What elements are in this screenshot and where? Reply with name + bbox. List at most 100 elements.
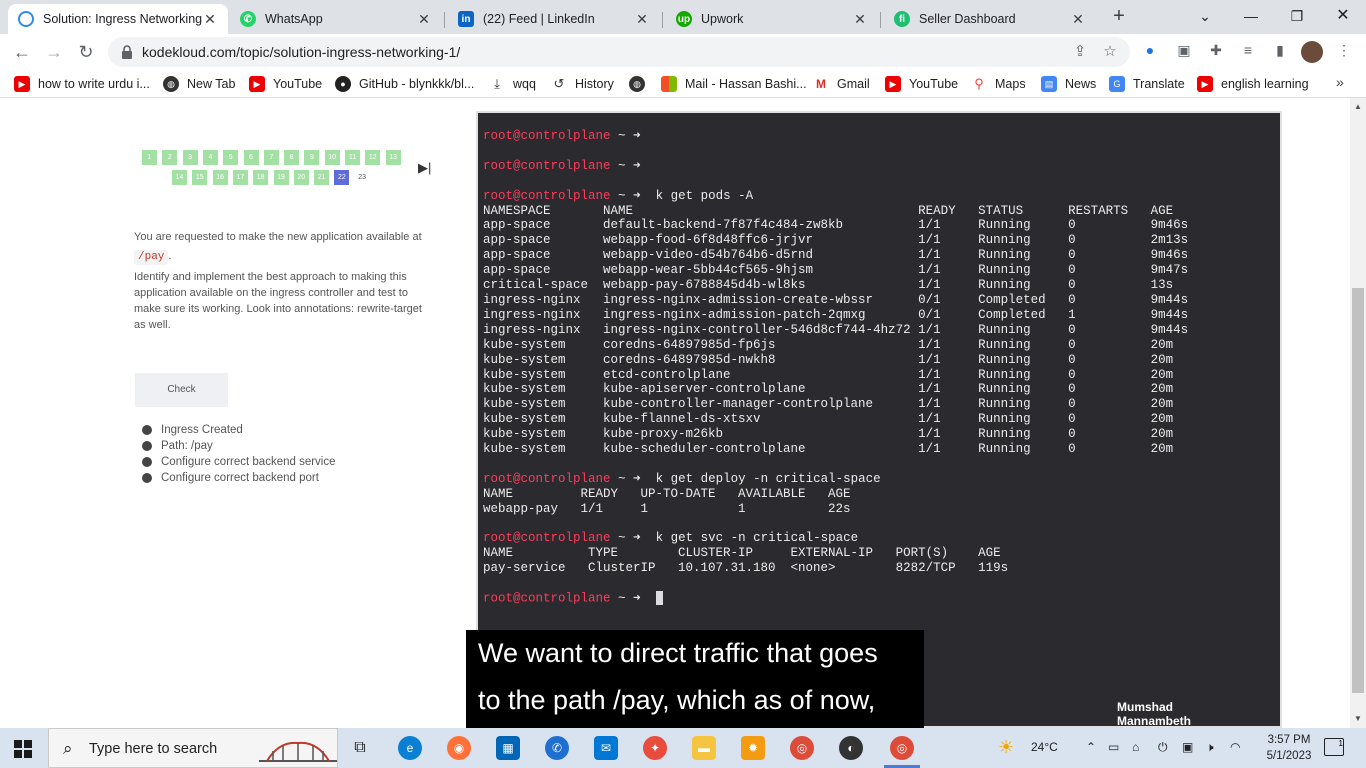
notification-icon[interactable]: 1 — [1324, 738, 1344, 756]
microphone-icon[interactable]: ● — [1140, 42, 1160, 62]
tab-whatsapp[interactable]: ✆ WhatsApp ✕ — [230, 4, 442, 34]
settings-gear-icon[interactable]: ✹ — [741, 736, 765, 760]
question-14-button[interactable]: 14 — [172, 170, 187, 185]
firefox-icon[interactable]: ◉ — [447, 736, 471, 760]
question-2-button[interactable]: 2 — [162, 150, 178, 165]
network-icon[interactable]: ▭ — [1108, 740, 1119, 754]
chrome-active-icon[interactable]: ◎ — [884, 736, 920, 768]
forward-button[interactable]: → — [42, 40, 66, 64]
question-11-button[interactable]: 11 — [345, 150, 360, 165]
profile-avatar[interactable] — [1301, 41, 1323, 63]
bookmark-item[interactable]: G Translate — [1109, 75, 1185, 93]
bookmark-item[interactable]: Mail - Hassan Bashi... — [661, 75, 807, 93]
bookmark-item[interactable]: ◍ — [629, 75, 653, 93]
page-scrollbar[interactable]: ▲ ▼ — [1350, 98, 1366, 728]
bookmark-star-icon[interactable]: ☆ — [1100, 42, 1120, 62]
weather-icon[interactable]: ☀ — [998, 737, 1014, 758]
chevron-up-icon[interactable]: ⌃ — [1086, 740, 1096, 754]
close-icon[interactable]: ✕ — [416, 11, 432, 28]
task-view-icon[interactable]: ⧉ — [348, 736, 372, 760]
mail-icon[interactable]: ✉ — [594, 736, 618, 760]
media-control-icon[interactable]: ≡ — [1238, 42, 1258, 62]
question-7-button[interactable]: 7 — [263, 150, 279, 165]
question-18-button[interactable]: 18 — [253, 170, 269, 185]
edge-icon[interactable]: e — [398, 736, 422, 760]
close-icon[interactable]: ✕ — [852, 11, 868, 28]
bookmark-label: News — [1065, 77, 1097, 91]
question-17-button[interactable]: 17 — [232, 170, 248, 185]
close-icon[interactable]: ✕ — [634, 11, 650, 28]
bookmark-item[interactable]: ▶ YouTube — [249, 75, 322, 93]
weather-temp[interactable]: 24°C — [1031, 740, 1058, 754]
windows-start-icon[interactable] — [14, 740, 32, 758]
tab-search-button[interactable]: ⌄ — [1182, 4, 1228, 28]
question-12-button[interactable]: 12 — [365, 150, 381, 165]
close-icon[interactable]: ✕ — [1070, 11, 1086, 28]
scroll-down-icon[interactable]: ▼ — [1354, 714, 1362, 723]
address-bar[interactable]: kodekloud.com/topic/solution-ingress-net… — [108, 37, 1130, 67]
skip-next-icon[interactable]: ▶| — [418, 160, 431, 176]
question-22-button[interactable]: 22 — [334, 170, 350, 185]
taskbar-search[interactable]: ⌕ Type here to search — [48, 728, 338, 768]
obs-icon[interactable]: ◐ — [839, 736, 863, 760]
new-tab-button[interactable]: + — [1108, 6, 1130, 28]
question-19-button[interactable]: 19 — [273, 170, 289, 185]
volume-icon[interactable]: 🕨 — [1206, 740, 1214, 755]
question-3-button[interactable]: 3 — [182, 150, 198, 165]
back-button[interactable]: ← — [10, 40, 34, 64]
question-8-button[interactable]: 8 — [284, 150, 300, 165]
display-icon[interactable]: ▣ — [1182, 740, 1193, 754]
phone-icon[interactable]: ✆ — [545, 736, 569, 760]
kodekloud-icon — [18, 11, 34, 27]
tab-kodekloud[interactable]: Solution: Ingress Networking ✕ — [8, 4, 228, 34]
tab-upwork[interactable]: up Upwork ✕ — [666, 4, 878, 34]
question-1-button[interactable]: 1 — [142, 150, 157, 165]
extensions-puzzle-icon[interactable]: ✚ — [1206, 42, 1226, 62]
question-4-button[interactable]: 4 — [202, 150, 218, 165]
question-9-button[interactable]: 9 — [304, 150, 320, 165]
usb-icon[interactable]: ⏻ — [1158, 740, 1168, 755]
bookmark-item[interactable]: ⚲ Maps — [971, 75, 1025, 93]
question-13-button[interactable]: 13 — [385, 150, 401, 165]
bookmark-item[interactable]: ▶ YouTube — [885, 75, 958, 93]
share-icon[interactable]: ⇪ — [1070, 42, 1090, 62]
side-panel-icon[interactable]: ▮ — [1270, 42, 1290, 62]
check-button[interactable]: Check — [135, 373, 228, 407]
wifi-icon[interactable]: ◠ — [1230, 740, 1240, 754]
question-20-button[interactable]: 20 — [293, 170, 309, 185]
game-icon[interactable]: ✦ — [643, 736, 667, 760]
question-21-button[interactable]: 21 — [314, 170, 330, 185]
bookmark-item[interactable]: ⤓ wqq — [489, 75, 536, 93]
device-icon[interactable]: ⌂ — [1132, 740, 1139, 754]
question-16-button[interactable]: 16 — [212, 170, 228, 185]
bookmark-item[interactable]: ▤ News — [1041, 75, 1096, 93]
question-15-button[interactable]: 15 — [192, 170, 208, 185]
bookmark-item[interactable]: ● GitHub - blynkkk/bl... — [335, 75, 474, 93]
close-window-button[interactable]: ✕ — [1320, 4, 1366, 28]
reload-button[interactable]: ↻ — [74, 40, 98, 64]
restore-button[interactable]: ❐ — [1274, 4, 1320, 28]
bookmark-item[interactable]: M Gmail — [813, 75, 870, 93]
tab-linkedin[interactable]: in (22) Feed | LinkedIn ✕ — [448, 4, 660, 34]
question-6-button[interactable]: 6 — [243, 150, 259, 165]
more-bookmarks-icon[interactable]: » — [1336, 74, 1344, 90]
question-10-button[interactable]: 10 — [324, 150, 340, 165]
menu-kebab-icon[interactable]: ⋮ — [1334, 42, 1354, 62]
scrollbar-thumb[interactable] — [1352, 288, 1364, 693]
bookmark-item[interactable]: ▶ how to write urdu i... — [14, 75, 150, 93]
close-icon[interactable]: ✕ — [202, 11, 218, 28]
download-extension-icon[interactable]: ▣ — [1174, 42, 1194, 62]
system-clock[interactable]: 3:57 PM 5/1/2023 — [1258, 732, 1320, 764]
chrome-icon[interactable]: ◎ — [790, 736, 814, 760]
question-5-button[interactable]: 5 — [223, 150, 239, 165]
store-icon[interactable]: ▦ — [496, 736, 520, 760]
bookmark-item[interactable]: ◍ New Tab — [163, 75, 235, 93]
tab-seller-dashboard[interactable]: fi Seller Dashboard ✕ — [884, 4, 1096, 34]
minimize-button[interactable]: — — [1228, 4, 1274, 28]
bookmark-item[interactable]: ▶ english learning — [1197, 75, 1309, 93]
scroll-up-icon[interactable]: ▲ — [1354, 102, 1362, 111]
bookmark-item[interactable]: ↺ History — [551, 75, 614, 93]
file-explorer-icon[interactable]: ▬ — [692, 736, 716, 760]
question-23-button[interactable]: 23 — [355, 170, 370, 185]
